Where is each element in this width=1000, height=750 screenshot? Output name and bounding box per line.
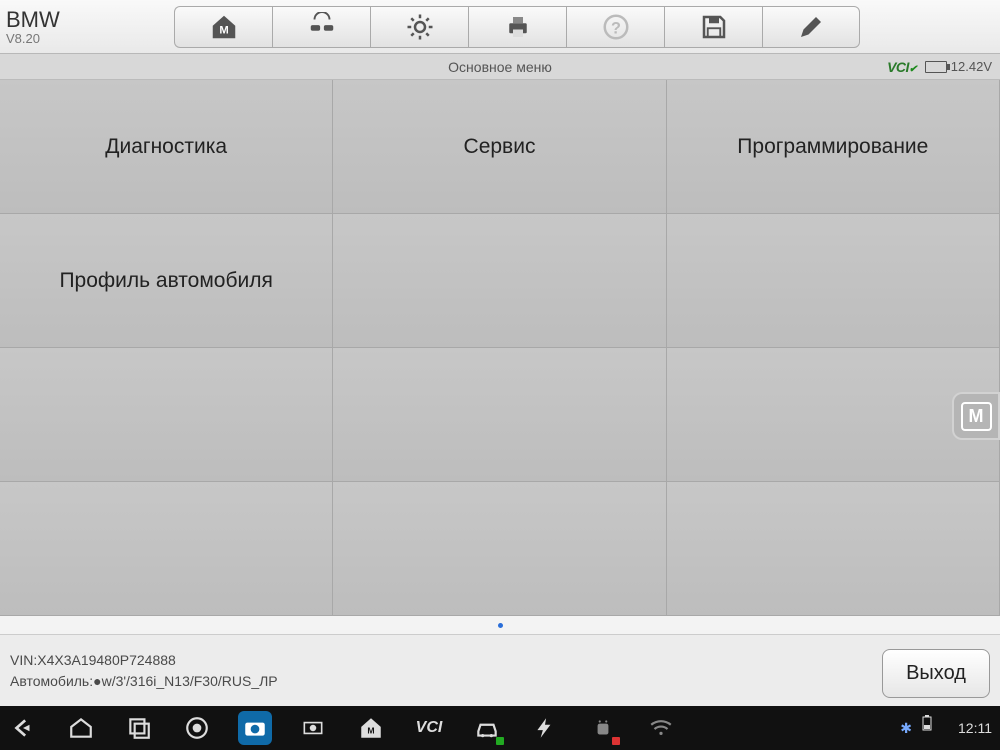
recent-apps-button[interactable] xyxy=(122,711,156,745)
menu-empty-cell xyxy=(0,348,333,482)
menu-empty-cell xyxy=(333,348,666,482)
vehicle-scan-icon xyxy=(307,12,337,42)
question-icon: ? xyxy=(601,12,631,42)
back-arrow-icon xyxy=(10,715,36,741)
vehicle-detail-text: VIN:X4X3A19480P724888 Автомобиль:●w/3'/3… xyxy=(10,650,278,692)
vin-label: VIN: xyxy=(10,652,37,668)
menu-item-diagnostics[interactable]: Диагностика xyxy=(0,80,333,214)
top-toolbar: BMW V8.20 M ? xyxy=(0,0,1000,54)
menu-item-service[interactable]: Сервис xyxy=(333,80,666,214)
battery-voltage: 12.42V xyxy=(925,59,992,74)
svg-text:?: ? xyxy=(611,19,621,37)
printer-icon xyxy=(503,12,533,42)
chrome-icon xyxy=(184,715,210,741)
vehicle-version-label: V8.20 xyxy=(6,31,170,46)
android-notif-button[interactable] xyxy=(586,711,620,745)
menu-empty-cell xyxy=(333,482,666,616)
camera-button[interactable] xyxy=(238,711,272,745)
camera-icon xyxy=(242,715,268,741)
nav-home-button[interactable] xyxy=(64,711,98,745)
vehicle-info: BMW V8.20 xyxy=(0,7,170,46)
svg-text:M: M xyxy=(367,725,374,735)
svg-text:M: M xyxy=(219,24,228,36)
print-button[interactable] xyxy=(468,6,566,48)
menu-empty-cell xyxy=(667,348,1000,482)
battery-icon xyxy=(925,61,947,73)
status-area: VCI✔ 12.42V xyxy=(887,59,992,75)
help-button[interactable]: ? xyxy=(566,6,664,48)
floating-m-badge[interactable]: M xyxy=(952,392,1000,440)
brightness-icon xyxy=(300,715,326,741)
vci-text-icon: VCI xyxy=(416,719,443,737)
gear-icon xyxy=(405,12,435,42)
back-button[interactable] xyxy=(6,711,40,745)
page-title: Основное меню xyxy=(448,59,552,75)
home-m-dark-icon: M xyxy=(358,715,384,741)
menu-empty-cell xyxy=(667,482,1000,616)
menu-empty-cell xyxy=(667,214,1000,348)
bluetooth-icon: ✱ xyxy=(900,720,912,737)
wifi-button[interactable] xyxy=(644,711,678,745)
vehicle-make-label: BMW xyxy=(6,7,170,33)
system-nav-bar: M VCI ✱ 12:11 xyxy=(0,706,1000,750)
sys-battery-icon xyxy=(922,715,948,741)
home-icon xyxy=(68,715,94,741)
toolbar-button-group: M ? xyxy=(174,6,860,48)
vci-manager-button[interactable]: VCI xyxy=(412,711,446,745)
voltage-value: 12.42V xyxy=(951,59,992,74)
edit-button[interactable] xyxy=(762,6,860,48)
settings-button[interactable] xyxy=(370,6,468,48)
pencil-icon xyxy=(796,12,826,42)
exit-button[interactable]: Выход xyxy=(882,649,990,698)
wifi-icon xyxy=(648,715,674,741)
main-menu-grid: Диагностика Сервис Программирование Проф… xyxy=(0,80,1000,616)
menu-empty-cell xyxy=(333,214,666,348)
page-dot-active xyxy=(498,623,503,628)
chrome-button[interactable] xyxy=(180,711,214,745)
brightness-button[interactable] xyxy=(296,711,330,745)
home-button[interactable]: M xyxy=(174,6,272,48)
menu-empty-cell xyxy=(0,482,333,616)
menu-item-programming[interactable]: Программирование xyxy=(667,80,1000,214)
recent-icon xyxy=(126,715,152,741)
vci-status-badge: VCI✔ xyxy=(887,59,917,75)
maxisys-app-button[interactable]: M xyxy=(354,711,388,745)
flash-button[interactable] xyxy=(528,711,562,745)
vin-value: X4X3A19480P724888 xyxy=(37,652,176,668)
vehicle-app-button[interactable] xyxy=(470,711,504,745)
save-button[interactable] xyxy=(664,6,762,48)
home-m-icon: M xyxy=(209,12,239,42)
menu-item-vehicle-profile[interactable]: Профиль автомобиля xyxy=(0,214,333,348)
system-status-tray: ✱ 12:11 xyxy=(900,715,992,741)
vehicle-label: Автомобиль: xyxy=(10,673,93,689)
page-indicator xyxy=(0,616,1000,634)
footer-bar: VIN:X4X3A19480P724888 Автомобиль:●w/3'/3… xyxy=(0,634,1000,706)
sub-header: Основное меню VCI✔ 12.42V xyxy=(0,54,1000,80)
save-icon xyxy=(699,12,729,42)
vehicle-scan-button[interactable] xyxy=(272,6,370,48)
clock-label: 12:11 xyxy=(958,720,992,736)
vehicle-value: ●w/3'/316i_N13/F30/RUS_ЛР xyxy=(93,673,278,689)
lightning-icon xyxy=(532,715,558,741)
